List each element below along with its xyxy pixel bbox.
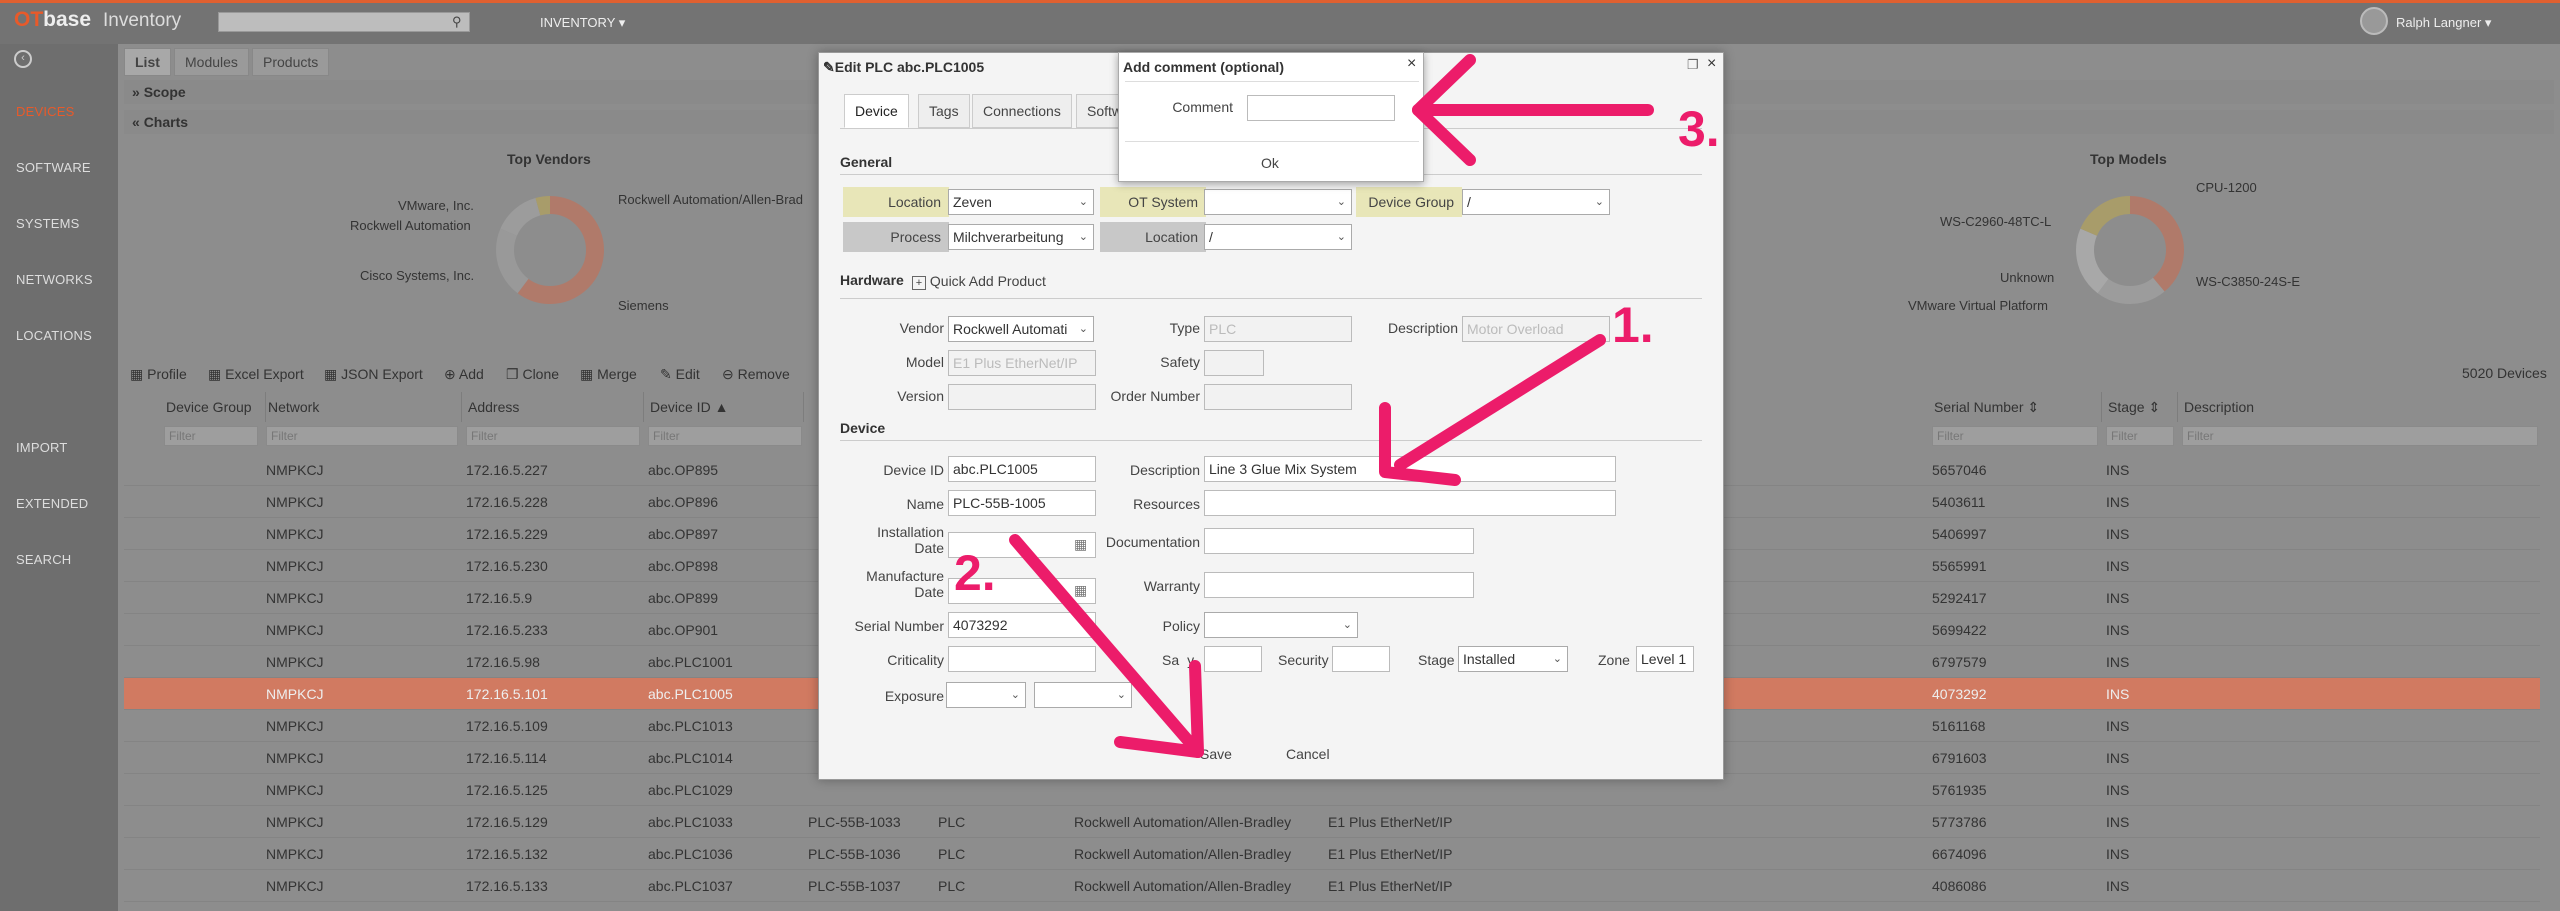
arrow-2-shaft	[1009, 534, 1204, 758]
arrow-1-shaft	[1394, 334, 1606, 471]
annotation-3: 3.	[1678, 101, 1720, 157]
annotation-1: 1.	[1612, 297, 1654, 353]
annotation-arrows	[1009, 54, 1654, 758]
annotation-2: 2.	[954, 545, 996, 601]
